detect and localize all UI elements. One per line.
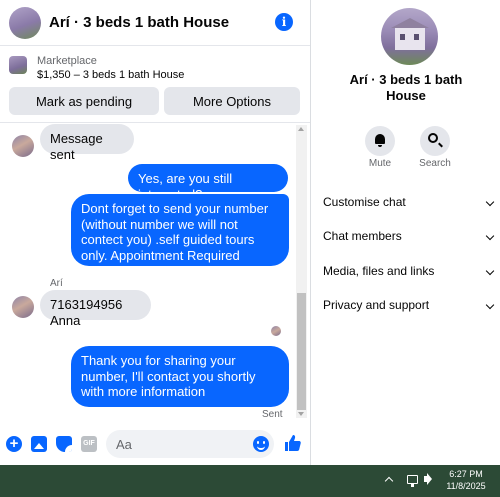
sticker-icon[interactable] [56,436,72,452]
message-input-wrapper[interactable] [106,430,274,458]
section-privacy-support[interactable]: Privacy and support [323,298,495,318]
message-bubble-outgoing: Thank you for sharing your number, I'll … [71,346,289,407]
chevron-down-icon [485,300,495,310]
section-chat-members[interactable]: Chat members [323,229,495,249]
scroll-thumb[interactable] [297,293,306,410]
plus-icon[interactable]: + [6,436,22,452]
mute-label: Mute [368,158,392,169]
contact-avatar[interactable] [12,135,34,157]
chat-window: Arí · 3 beds 1 bath House i Marketplace … [0,0,311,465]
emoji-icon[interactable] [253,436,269,452]
read-receipt-avatar [271,326,281,336]
chat-header: Arí · 3 beds 1 bath House i [0,0,310,46]
mute-button[interactable] [365,126,395,156]
listing-price: $1,350 – 3 beds 1 bath House [37,69,185,81]
clock-time: 6:27 PM [449,469,483,479]
section-label: Privacy and support [323,298,430,312]
message-bubble-incoming: 7163194956 Anna [40,290,151,328]
clock-date: 11/8/2025 [446,481,486,491]
chat-info-panel: Arí · 3 beds 1 bath House Mute Search Cu… [311,0,500,465]
marketplace-label: Marketplace [37,55,97,67]
message-composer: + GIF [0,428,310,460]
chevron-down-icon [485,231,495,241]
more-options-button[interactable]: More Options [164,87,300,115]
section-media-files-links[interactable]: Media, files and links [323,264,495,284]
message-bubble-outgoing: Dont forget to send your number (without… [71,194,289,266]
mark-as-pending-button[interactable]: Mark as pending [9,87,159,115]
tray-chevron-up-icon[interactable] [384,476,394,486]
house-photo [391,18,429,50]
message-input[interactable] [116,435,236,453]
thumbs-up-icon[interactable] [284,434,302,452]
section-label: Media, files and links [323,264,435,278]
message-scrollbar[interactable] [296,125,307,418]
profile-name: Arí · 3 beds 1 bath House [349,72,463,103]
search-button[interactable] [420,126,450,156]
taskbar: 6:27 PM 11/8/2025 [0,465,500,497]
system-clock[interactable]: 6:27 PM 11/8/2025 [440,468,492,492]
message-bubble-outgoing: Yes, are you still interested? [128,164,288,202]
scroll-down-arrow-icon[interactable] [298,412,304,416]
bell-icon [375,134,385,147]
photo-icon[interactable] [31,436,47,452]
profile-avatar[interactable] [381,8,438,65]
volume-icon[interactable] [424,476,428,482]
message-list: Message sent Yes, are you still interest… [0,123,295,425]
listing-thumbnail [9,56,27,74]
section-label: Customise chat [323,195,406,209]
contact-avatar[interactable] [12,296,34,318]
network-icon[interactable] [407,475,418,487]
section-label: Chat members [323,229,402,243]
chat-avatar[interactable] [9,6,41,39]
search-icon [428,133,438,143]
chat-title[interactable]: Arí · 3 beds 1 bath House [49,14,229,31]
message-sender-name: Arí [50,278,63,289]
chevron-down-icon [485,266,495,276]
info-icon[interactable]: i [275,13,293,31]
search-label: Search [419,158,451,169]
gif-icon[interactable]: GIF [81,436,97,452]
message-status: Sent [262,409,283,420]
marketplace-listing[interactable]: Marketplace $1,350 – 3 beds 1 bath House [0,47,310,85]
chevron-down-icon [485,197,495,207]
scroll-up-arrow-icon[interactable] [298,127,304,131]
section-customise-chat[interactable]: Customise chat [323,195,495,215]
message-bubble-incoming: Message sent [40,124,134,162]
